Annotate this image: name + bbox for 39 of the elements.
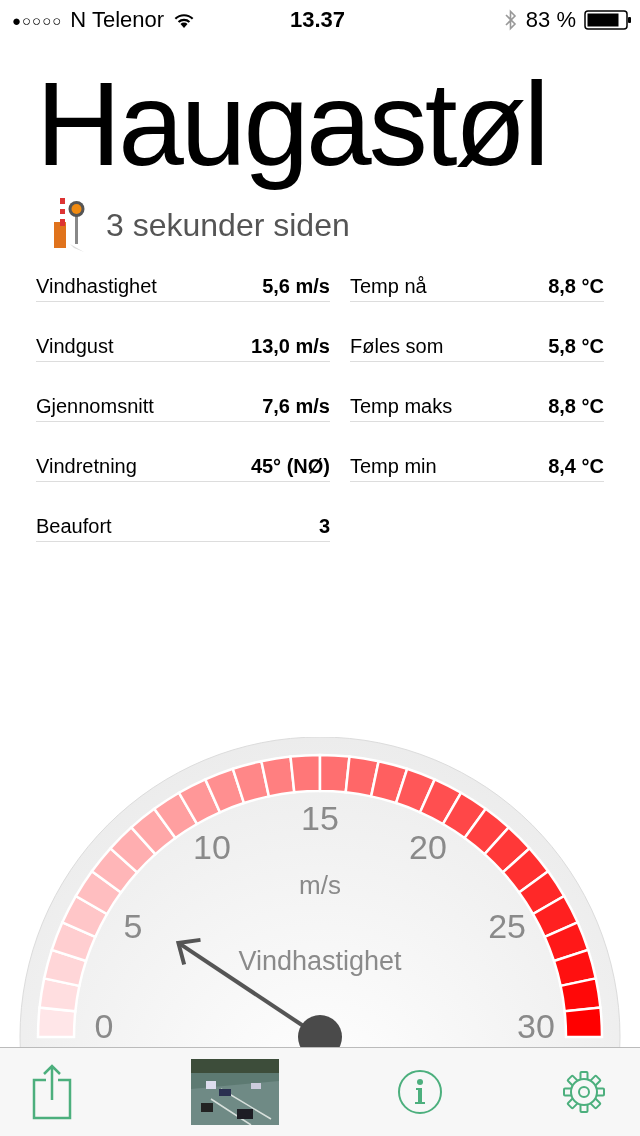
reading-label: Vindretning xyxy=(36,455,137,478)
gauge-title: Vindhastighet xyxy=(238,946,402,977)
scale-label: 5 xyxy=(123,907,143,945)
needle-hub xyxy=(298,1015,342,1047)
reading-value: 8,8 °C xyxy=(548,395,604,418)
battery-icon xyxy=(584,10,632,30)
reading-label: Føles som xyxy=(350,335,444,358)
reading-label: Temp maks xyxy=(350,395,453,418)
bluetooth-icon xyxy=(503,9,518,31)
reading-value: 5,8 °C xyxy=(548,335,604,358)
reading-label: Temp nå xyxy=(350,275,427,298)
reading-value: 3 xyxy=(318,515,330,538)
reading-value: 13,0 m/s xyxy=(251,335,330,358)
reading-value: 45° (NØ) xyxy=(250,455,330,478)
reading-label: Temp min xyxy=(350,455,437,478)
share-icon[interactable] xyxy=(32,1064,72,1120)
scale-label: 20 xyxy=(409,827,447,866)
reading-value: 8,8 °C xyxy=(548,275,604,298)
gauge-unit: m/s xyxy=(299,869,341,900)
reading-label: Beaufort xyxy=(36,515,112,538)
battery-percent: 83 % xyxy=(525,7,576,33)
last-updated: 3 sekunder siden xyxy=(106,206,350,244)
reading-label: Vindgust xyxy=(36,335,114,358)
signal-strength: ●○○○○ xyxy=(12,11,63,29)
station-name: Haugastøl xyxy=(36,57,548,192)
status-time: 13.37 xyxy=(290,7,346,33)
scale-label: 10 xyxy=(193,827,231,866)
reading-label: Vindhastighet xyxy=(36,275,157,298)
reading-value: 5,6 m/s xyxy=(262,275,330,298)
carrier-name: N Telenor xyxy=(70,7,165,33)
scale-label: 0 xyxy=(94,1007,114,1045)
scale-label: 25 xyxy=(488,907,526,945)
info-icon[interactable] xyxy=(397,1069,444,1115)
scale-label: 30 xyxy=(517,1007,555,1045)
scale-label: 15 xyxy=(301,799,339,837)
reading-value: 7,6 m/s xyxy=(262,395,330,418)
reading-value: 8,4 °C xyxy=(548,455,604,478)
reading-label: Gjennomsnitt xyxy=(36,395,154,418)
settings-icon[interactable] xyxy=(561,1070,606,1114)
